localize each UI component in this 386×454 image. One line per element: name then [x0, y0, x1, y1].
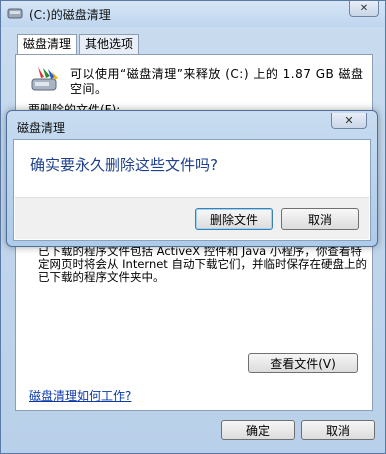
disk-cleanup-icon — [31, 67, 58, 91]
description-text: 已下载的程序文件包括 ActiveX 控件和 Java 小程序，你查看特定网页时… — [38, 244, 367, 284]
dialog-close-button[interactable]: ✕ — [331, 113, 367, 129]
cancel-button[interactable]: 取消 — [301, 420, 375, 440]
intro-text: 可以使用“磁盘清理”来释放 (C:) 上的 1.87 GB 磁盘空间。 — [70, 67, 364, 96]
dialog-title: 磁盘清理 — [17, 121, 66, 135]
title-bar: (C:)的磁盘清理 — [1, 1, 385, 27]
confirm-dialog: 磁盘清理 ✕ 确实要永久删除这些文件吗? 删除文件 取消 — [6, 110, 378, 247]
dialog-footer: 删除文件 取消 — [15, 197, 369, 239]
disk-cleanup-app-icon — [7, 8, 23, 19]
how-it-works-link[interactable]: 磁盘清理如何工作? — [29, 387, 131, 404]
dialog-body: 确实要永久删除这些文件吗? 删除文件 取消 — [13, 139, 371, 241]
window-title: (C:)的磁盘清理 — [29, 8, 111, 22]
dialog-question: 确实要永久删除这些文件吗? — [30, 156, 218, 174]
window-close-button[interactable]: ✕ — [349, 1, 379, 17]
tab-other-options[interactable]: 其他选项 — [79, 34, 140, 54]
tab-strip: 磁盘清理 其他选项 — [17, 34, 141, 55]
dialog-cancel-button[interactable]: 取消 — [281, 208, 359, 230]
tab-disk-cleanup[interactable]: 磁盘清理 — [17, 34, 78, 55]
view-files-button[interactable]: 查看文件(V) — [248, 353, 358, 373]
delete-files-button[interactable]: 删除文件 — [195, 208, 273, 230]
ok-button[interactable]: 确定 — [221, 420, 295, 440]
